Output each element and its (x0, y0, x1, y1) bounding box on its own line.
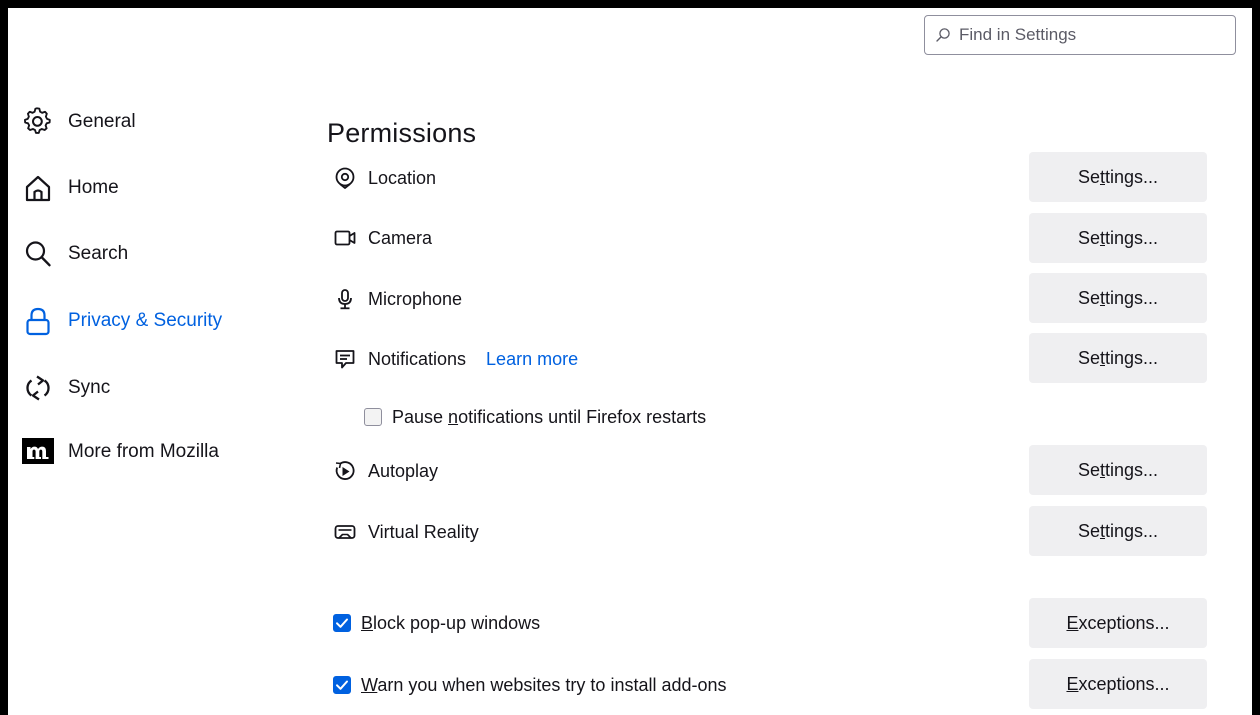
sidebar-item-sync[interactable]: Sync (22, 366, 110, 410)
learn-more-link[interactable]: Learn more (486, 349, 578, 370)
warn-addons-label: Warn you when websites try to install ad… (361, 674, 727, 695)
camera-icon (334, 227, 356, 249)
location-settings-button[interactable]: Se t tings... (1029, 152, 1207, 202)
warn-addons-checkbox[interactable] (333, 676, 351, 694)
search-icon (22, 238, 54, 270)
permission-row-location: Location (334, 162, 436, 194)
sidebar-item-label: Sync (68, 377, 111, 398)
checkmark-icon (336, 680, 348, 690)
sidebar-item-label: Privacy & Security (68, 310, 223, 331)
permission-label: Microphone (368, 288, 463, 309)
vr-headset-icon (334, 521, 356, 543)
settings-window: General Home Search (8, 8, 1252, 715)
permission-label: Location (368, 167, 437, 188)
permission-label: Autoplay (368, 460, 439, 481)
search-icon (936, 28, 950, 42)
sync-icon (22, 372, 54, 404)
camera-settings-button[interactable]: Se t tings... (1029, 213, 1207, 263)
pause-notifications-checkbox-row[interactable]: Pause notifications until Firefox restar… (364, 404, 706, 430)
sidebar-item-general[interactable]: General (22, 100, 136, 144)
lock-icon (22, 305, 54, 337)
block-popups-checkbox[interactable] (333, 614, 351, 632)
sidebar-item-home[interactable]: Home (22, 166, 119, 210)
permissions-heading: Permissions (327, 118, 477, 149)
permission-row-autoplay: Autoplay (334, 455, 438, 487)
permission-label: Camera (368, 227, 433, 248)
location-pin-icon (334, 167, 356, 189)
mozilla-logo-icon (22, 436, 54, 468)
permission-row-virtual-reality: Virtual Reality (334, 516, 479, 548)
autoplay-settings-button[interactable]: Se t tings... (1029, 445, 1207, 495)
warn-addons-checkbox-row[interactable]: Warn you when websites try to install ad… (333, 672, 727, 698)
autoplay-icon (334, 460, 356, 482)
search-input[interactable] (957, 24, 1221, 46)
permission-row-camera: Camera (334, 222, 432, 254)
pause-notifications-checkbox[interactable] (364, 408, 382, 426)
warn-addons-exceptions-button[interactable]: Exceptions... (1029, 659, 1207, 709)
notifications-settings-button[interactable]: Se t tings... (1029, 333, 1207, 383)
pause-notifications-label: Pause notifications until Firefox restar… (392, 406, 707, 427)
notification-icon (334, 348, 356, 370)
block-popups-label: Block pop-up windows (361, 612, 541, 633)
search-field[interactable] (924, 15, 1236, 55)
sidebar-item-label: General (68, 111, 136, 132)
gear-icon (22, 106, 54, 138)
permission-label: Notifications (368, 348, 467, 369)
permission-label: Virtual Reality (368, 521, 479, 542)
sidebar-item-search[interactable]: Search (22, 232, 128, 276)
sidebar-item-privacy-security[interactable]: Privacy & Security (22, 299, 222, 343)
microphone-settings-button[interactable]: Se t tings... (1029, 273, 1207, 323)
checkmark-icon (336, 618, 348, 628)
sidebar-item-more-from-mozilla[interactable]: More from Mozilla (22, 430, 219, 474)
virtual-reality-settings-button[interactable]: Se t tings... (1029, 506, 1207, 556)
home-icon (22, 172, 54, 204)
permission-row-microphone: Microphone (334, 283, 462, 315)
block-popups-exceptions-button[interactable]: Exceptions... (1029, 598, 1207, 648)
sidebar-item-label: More from Mozilla (68, 441, 219, 462)
microphone-icon (334, 288, 356, 310)
permission-row-notifications: Notifications Learn more (334, 343, 578, 375)
sidebar-item-label: Home (68, 177, 119, 198)
sidebar-item-label: Search (68, 243, 129, 264)
block-popups-checkbox-row[interactable]: Block pop-up windows (333, 610, 540, 636)
